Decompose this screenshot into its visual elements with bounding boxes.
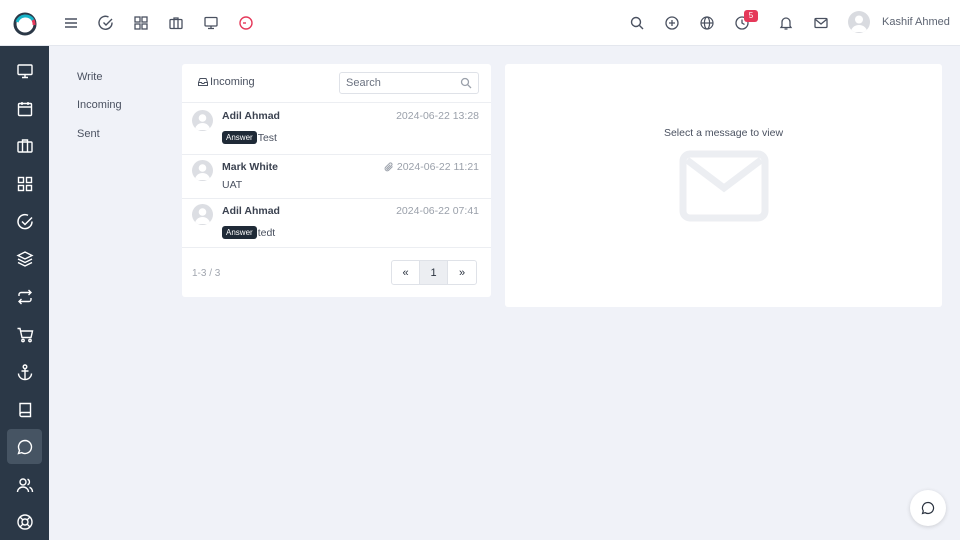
user-avatar[interactable]	[848, 11, 870, 33]
sidebar-item-transfers[interactable]	[7, 279, 42, 314]
subnav-incoming[interactable]: Incoming	[77, 99, 122, 111]
monitor-icon[interactable]	[200, 12, 222, 34]
grid-icon	[17, 176, 32, 191]
sidebar-item-briefcase[interactable]	[7, 128, 42, 163]
answer-tag: Answer	[222, 226, 257, 239]
book-icon	[18, 402, 31, 417]
subnav-sent[interactable]: Sent	[77, 128, 100, 140]
sidebar-item-cart[interactable]	[7, 317, 42, 352]
layers-icon	[15, 250, 34, 267]
chat-button[interactable]	[910, 490, 946, 526]
envelope-icon	[679, 150, 769, 222]
briefcase-icon[interactable]	[165, 12, 187, 34]
clock-icon[interactable]	[235, 12, 257, 34]
plus-circle-icon[interactable]	[661, 12, 683, 34]
grid-icon[interactable]	[130, 12, 152, 34]
message-list-panel: Incoming Adil Ahmad 2024-06-22 13:28 Ans…	[182, 64, 491, 297]
app-logo[interactable]	[13, 12, 37, 36]
list-divider	[182, 247, 491, 248]
avatar	[192, 160, 213, 181]
message-viewer-panel: Select a message to view	[505, 64, 942, 307]
bell-icon[interactable]	[775, 12, 797, 34]
message-date: 2024-06-22 13:28	[396, 110, 479, 122]
message-snippet: tedt	[257, 226, 276, 239]
notification-badge: 5	[744, 10, 758, 22]
list-title: Incoming	[210, 76, 255, 88]
message-sender: Mark White	[222, 161, 279, 173]
chat-icon	[16, 439, 32, 455]
chat-icon	[921, 501, 935, 515]
mail-icon[interactable]	[810, 12, 832, 34]
inbox-icon	[198, 78, 208, 86]
subnav-write[interactable]: Write	[77, 71, 102, 83]
calendar-icon	[17, 101, 32, 116]
prev-page-button[interactable]: «	[392, 261, 420, 284]
message-row[interactable]: Adil Ahmad 2024-06-22 07:41 Answer tedt	[182, 198, 491, 247]
empty-state-text: Select a message to view	[663, 127, 784, 139]
lifebuoy-icon	[16, 513, 33, 530]
swap-icon	[17, 289, 32, 304]
message-snippet: Test	[257, 131, 277, 144]
message-date: 2024-06-22 11:21	[396, 161, 479, 173]
sidebar-item-grid[interactable]	[7, 166, 42, 201]
message-date: 2024-06-22 07:41	[396, 205, 479, 217]
top-bar: 5 Kashif Ahmed	[0, 0, 960, 46]
sidebar	[0, 46, 49, 540]
globe-icon[interactable]	[696, 12, 718, 34]
list-header: Incoming	[197, 76, 255, 88]
user-name[interactable]: Kashif Ahmed	[882, 16, 950, 28]
monitor-icon	[16, 63, 33, 78]
message-row[interactable]: Adil Ahmad 2024-06-22 13:28 Answer Test	[182, 102, 491, 154]
pagination: « 1 »	[391, 260, 477, 285]
sidebar-item-book[interactable]	[7, 392, 42, 427]
sidebar-item-layers[interactable]	[7, 241, 42, 276]
sidebar-item-tasks[interactable]	[7, 204, 42, 239]
avatar	[192, 204, 213, 225]
avatar	[192, 110, 213, 131]
search-icon[interactable]	[626, 12, 648, 34]
check-circle-icon	[16, 213, 33, 229]
attachment-icon	[384, 162, 393, 172]
message-sender: Adil Ahmad	[222, 205, 280, 217]
sidebar-item-calendar[interactable]	[7, 91, 42, 126]
message-preview: Answer Test	[222, 131, 277, 144]
message-preview: UAT	[222, 179, 242, 191]
message-row[interactable]: Mark White 2024-06-22 11:21 UAT	[182, 154, 491, 198]
answer-tag: Answer	[222, 131, 257, 144]
cart-icon	[17, 327, 33, 342]
message-preview: Answer tedt	[222, 226, 275, 239]
search-input[interactable]	[346, 73, 456, 93]
sidebar-item-monitor[interactable]	[7, 53, 42, 88]
message-sender: Adil Ahmad	[222, 110, 280, 122]
page-1-button[interactable]: 1	[420, 261, 448, 284]
search-icon[interactable]	[460, 77, 472, 89]
sidebar-item-support[interactable]	[7, 504, 42, 539]
next-page-button[interactable]: »	[448, 261, 476, 284]
message-snippet: UAT	[222, 179, 243, 191]
sidebar-item-users[interactable]	[7, 467, 42, 502]
sidebar-item-anchor[interactable]	[7, 354, 42, 389]
anchor-icon	[17, 363, 32, 380]
search-field[interactable]	[339, 72, 479, 94]
sidebar-item-chat[interactable]	[7, 429, 42, 464]
pagination-info: 1-3 / 3	[192, 268, 221, 279]
menu-icon[interactable]	[60, 12, 82, 34]
users-icon	[16, 477, 33, 492]
briefcase-icon	[16, 138, 33, 153]
check-circle-icon[interactable]	[95, 12, 117, 34]
